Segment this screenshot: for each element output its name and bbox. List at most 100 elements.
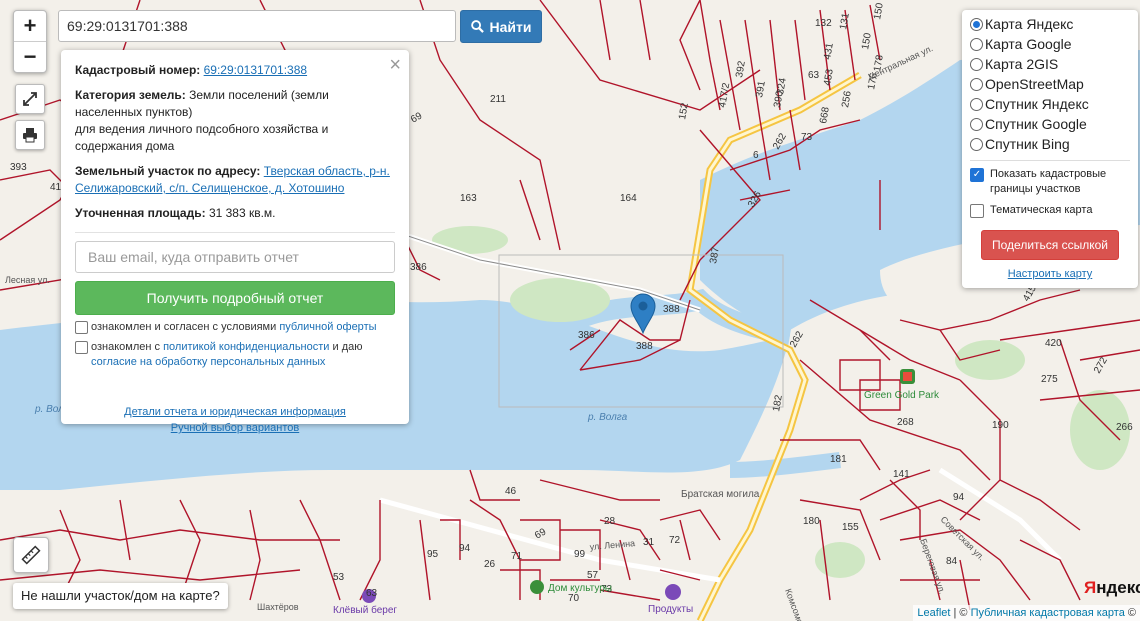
panel-links: Детали отчета и юридическая информация Р… [75,404,395,436]
parcel-number-label: 388 [636,341,653,352]
printer-icon [23,128,37,143]
get-report-button[interactable]: Получить подробный отчет [75,281,395,315]
area-row: Уточненная площадь: 31 383 кв.м. [75,205,395,222]
place-label: Дом культуры [548,583,612,594]
leaflet-link[interactable]: Leaflet [917,607,950,619]
divider [75,232,395,233]
parcel-number-label: 275 [1041,374,1058,385]
map-attribution: Leaflet | © Публичная кадастровая карта … [913,605,1140,621]
parcel-number-label: 393 [10,162,27,173]
parcel-number-label: 164 [620,193,637,204]
print-button[interactable] [15,120,45,150]
address-row: Земельный участок по адресу: Тверская об… [75,163,395,197]
street-label: Шахтёров [257,602,299,612]
thematic-map-checkbox[interactable] [970,204,984,218]
privacy-mid: и даю [332,341,363,353]
layer-radio[interactable] [970,77,983,91]
parcel-number-label: 211 [490,94,506,105]
attribution-end: © [1124,607,1136,619]
offer-checkbox[interactable] [75,321,88,334]
place-label: Клёвый берег [333,604,397,616]
layer-radio[interactable] [970,137,983,151]
layer-option[interactable]: Карта Яндекс [970,14,1130,34]
find-button-label: Найти [489,18,532,35]
privacy-policy-link[interactable]: политикой конфиденциальности [163,341,329,353]
share-link-button[interactable]: Поделиться ссылкой [981,230,1119,260]
privacy-agreement-row: ознакомлен с политикой конфиденциальност… [75,340,395,370]
culture-icon [530,580,544,594]
layer-radio[interactable] [970,57,983,71]
attribution-separator: | © [950,607,971,619]
parcel-number-label: 53 [333,572,345,583]
shop-icon [665,584,681,600]
yandex-logo: Яндекс [1084,578,1140,598]
river-label: р. Волга [587,412,628,423]
privacy-agreement-text: ознакомлен с политикой конфиденциальност… [91,340,395,370]
place-label: Продукты [648,604,693,615]
search-input[interactable]: 69:29:0131701:388 [58,10,456,42]
pkk-link[interactable]: Публичная кадастровая карта [971,607,1125,619]
layer-radio[interactable] [970,17,983,31]
parcel-number-label: 94 [953,492,965,503]
parcel-number-label: 268 [897,417,914,428]
layer-radio[interactable] [970,37,983,51]
parcel-number-label: 132 [815,18,832,29]
parcel-number-label: 386 [410,262,427,273]
place-label: Green Gold Park [864,390,940,401]
parcel-number-label: 155 [842,522,859,533]
layer-option-label: Спутник Яндекс [985,96,1089,112]
close-icon[interactable]: × [389,54,401,77]
parcel-number-label: 31 [643,537,655,548]
find-button[interactable]: Найти [460,10,542,43]
parcel-number-label: 71 [511,551,523,562]
parcel-number-label: 57 [587,570,599,581]
layer-option-label: OpenStreetMap [985,76,1084,92]
parcel-number-label: 72 [669,535,681,546]
offer-link[interactable]: публичной оферты [279,321,376,333]
yandex-logo-rest: ндекс [1096,578,1140,597]
base-layer-list: Карта Яндекс Карта Google Карта 2GIS OpenSt… [970,14,1130,154]
configure-map-link[interactable]: Настроить карту [970,268,1130,280]
fullscreen-button[interactable] [15,84,45,114]
parcel-number-label: 99 [574,549,586,560]
layer-option[interactable]: Спутник Bing [970,134,1130,154]
parcel-number-label: 180 [803,516,820,527]
show-borders-row[interactable]: ✓ Показать кадастровые границы участков [970,167,1130,197]
layer-option[interactable]: Спутник Google [970,114,1130,134]
search-icon [470,20,484,33]
parcel-number-label: 181 [830,454,847,465]
layer-option[interactable]: OpenStreetMap [970,74,1130,94]
layer-option[interactable]: Карта Google [970,34,1130,54]
show-borders-checkbox[interactable]: ✓ [970,168,984,182]
land-use-value: для ведения личного подсобного хозяйства… [75,122,329,153]
ruler-button[interactable] [13,537,49,573]
cadastral-number-link[interactable]: 69:29:0131701:388 [204,63,307,77]
parcel-number-label: 26 [484,559,496,570]
parcel-number-label: 94 [459,543,471,554]
area-value: 31 383 кв.м. [208,206,276,220]
privacy-checkbox[interactable] [75,341,88,354]
zoom-out-button[interactable]: − [14,41,46,72]
personal-data-consent-link[interactable]: согласие на обработку персональных данны… [91,356,325,368]
parcel-number-label: 95 [427,549,439,560]
email-field[interactable]: Ваш email, куда отправить отчет [75,241,395,273]
land-category-row: Категория земель: Земли поселений (земли… [75,87,395,155]
thematic-map-row[interactable]: Тематическая карта [970,203,1130,218]
parcel-info-panel: × Кадастровый номер: 69:29:0131701:388 К… [61,50,409,434]
layer-radio[interactable] [970,97,983,111]
layer-option[interactable]: Карта 2GIS [970,54,1130,74]
layer-radio[interactable] [970,117,983,131]
zoom-in-button[interactable]: + [14,11,46,41]
not-found-button[interactable]: Не нашли участок/дом на карте? [13,583,228,609]
thematic-map-label: Тематическая карта [990,204,1093,216]
report-details-link[interactable]: Детали отчета и юридическая информация [124,406,346,418]
cadastral-number-label: Кадастровый номер: [75,63,201,77]
parcel-number-label: 63 [808,70,820,81]
manual-selection-link[interactable]: Ручной выбор вариантов [171,422,299,434]
parcel-number-label: 41 [50,182,62,193]
parcel-number-label: 190 [992,420,1009,431]
parcel-number-label: 6 [753,150,759,161]
ruler-icon [21,545,41,565]
offer-agreement-row: ознакомлен и согласен с условиями публич… [75,320,395,335]
layer-option[interactable]: Спутник Яндекс [970,94,1130,114]
